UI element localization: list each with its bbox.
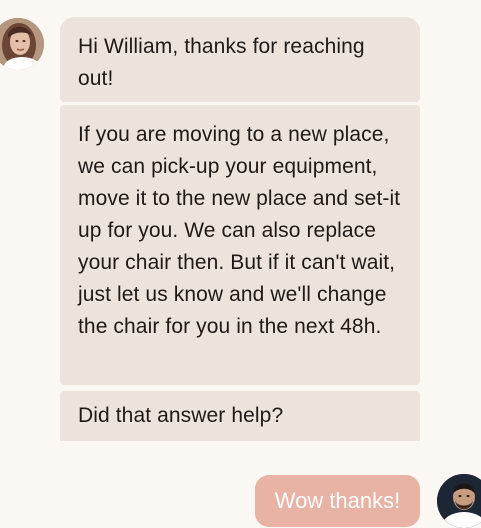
agent-message-bubble: If you are moving to a new place, we can…	[60, 105, 420, 385]
agent-message-text: Hi William, thanks for reaching out!	[78, 35, 365, 90]
agent-message-text: If you are moving to a new place, we can…	[78, 123, 401, 338]
agent-message-text: Did that answer help?	[78, 404, 284, 427]
agent-message-bubble: Did that answer help?	[60, 391, 420, 441]
user-message-text: Wow thanks!	[274, 488, 401, 513]
user-message-bubble: Wow thanks!	[255, 475, 420, 527]
user-avatar	[437, 474, 481, 528]
agent-message-bubble: Hi William, thanks for reaching out!	[60, 17, 420, 102]
chat-thread: Hi William, thanks for reaching out! If …	[0, 0, 481, 528]
woman-avatar-icon	[0, 18, 44, 70]
agent-avatar	[0, 18, 44, 70]
man-avatar-icon	[437, 474, 481, 528]
